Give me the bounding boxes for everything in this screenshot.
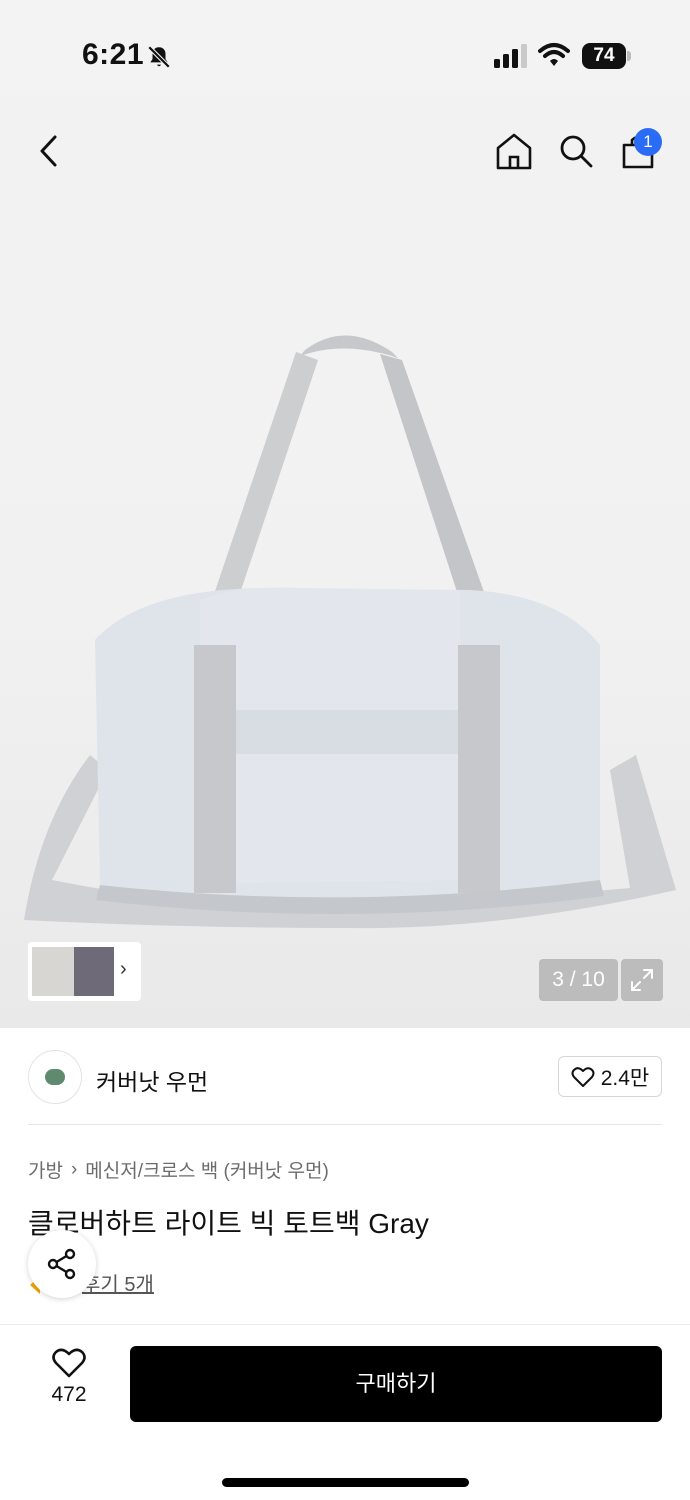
image-page-counter: 3 / 10 bbox=[539, 959, 618, 1001]
cart-count-badge: 1 bbox=[634, 128, 662, 156]
brand-like-button[interactable]: 2.4만 bbox=[558, 1056, 662, 1097]
chevron-right-icon: › bbox=[70, 1158, 78, 1180]
product-hero: 6:21 74 1 › 3 / 10 bbox=[0, 0, 690, 1028]
wishlist-button[interactable]: 472 bbox=[36, 1347, 102, 1427]
expand-icon bbox=[631, 969, 653, 991]
chevron-left-icon bbox=[40, 135, 57, 167]
search-button[interactable] bbox=[552, 127, 600, 175]
heart-icon bbox=[571, 1066, 595, 1087]
wishlist-count: 472 bbox=[51, 1383, 87, 1406]
breadcrumb: 가방 › 메신저/크로스 백 (커버낫 우먼) bbox=[28, 1156, 329, 1183]
brand-name[interactable]: 커버낫 우먼 bbox=[96, 1063, 208, 1097]
share-button[interactable] bbox=[28, 1230, 96, 1298]
heart-icon bbox=[52, 1348, 86, 1378]
battery-level: 74 bbox=[582, 43, 626, 69]
status-bar: 6:21 74 bbox=[0, 0, 690, 110]
brand-logo[interactable] bbox=[28, 1050, 82, 1104]
expand-image-button[interactable] bbox=[621, 959, 663, 1001]
status-time: 6:21 bbox=[82, 38, 145, 71]
home-icon bbox=[496, 133, 532, 170]
home-button[interactable] bbox=[490, 127, 538, 175]
chevron-right-icon: › bbox=[120, 958, 127, 980]
product-image-gray-duffel-bag[interactable] bbox=[0, 300, 690, 940]
product-title: 클로버하트 라이트 빅 토트백 Gray bbox=[28, 1208, 429, 1239]
brand-row[interactable]: 커버낫 우먼 2.4만 bbox=[0, 1028, 690, 1126]
battery-indicator: 74 bbox=[582, 43, 631, 69]
thumbnail-strip[interactable]: › bbox=[28, 942, 141, 1001]
search-icon bbox=[560, 135, 593, 168]
home-indicator[interactable] bbox=[222, 1478, 469, 1487]
brand-like-count: 2.4만 bbox=[600, 1066, 650, 1090]
bottom-action-bar: 472 구매하기 bbox=[0, 1324, 690, 1500]
breadcrumb-subcategory[interactable]: 메신저/크로스 백 (커버낫 우먼) bbox=[85, 1156, 329, 1183]
buy-button[interactable]: 구매하기 bbox=[130, 1346, 662, 1422]
back-button[interactable] bbox=[24, 127, 72, 175]
wifi-icon bbox=[538, 43, 570, 66]
divider bbox=[28, 1124, 662, 1125]
thumbnail-bag[interactable] bbox=[32, 947, 74, 996]
thumbnail-model[interactable] bbox=[74, 947, 114, 996]
share-icon bbox=[47, 1248, 76, 1280]
silent-bell-icon bbox=[147, 45, 171, 69]
cellular-signal-icon bbox=[494, 44, 527, 68]
breadcrumb-category[interactable]: 가방 bbox=[28, 1156, 63, 1183]
